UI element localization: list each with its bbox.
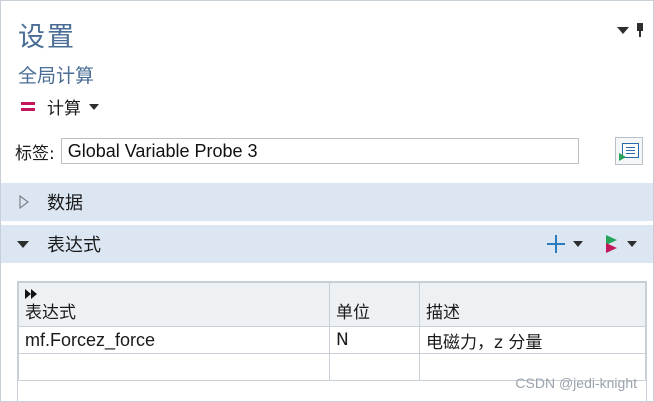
cell-unit[interactable]: N xyxy=(329,326,420,354)
column-header-expression-label: 表达式 xyxy=(25,303,76,323)
section-expressions-label: 表达式 xyxy=(47,235,101,256)
evaluate-flag-icon[interactable] xyxy=(605,235,619,253)
expand-all-icon[interactable] xyxy=(25,289,37,299)
column-header-description[interactable]: 描述 xyxy=(419,282,646,327)
cell-description[interactable]: 电磁力，z 分量 xyxy=(419,326,646,354)
settings-panel: 设置 全局计算 计算 标签: 数据 表达式 xyxy=(0,0,654,402)
label-field-label: 标签: xyxy=(15,143,55,164)
note-arrow-icon xyxy=(619,153,626,161)
chevron-down-icon[interactable] xyxy=(89,103,99,110)
evaluate-dropdown-icon[interactable] xyxy=(627,241,637,247)
panel-menu-dropdown-icon[interactable] xyxy=(617,26,629,34)
expand-right-icon xyxy=(19,195,29,209)
pin-icon[interactable] xyxy=(635,23,645,37)
compute-button[interactable]: 计算 xyxy=(21,94,99,119)
compute-button-label: 计算 xyxy=(47,99,81,119)
section-data-label: 数据 xyxy=(47,193,83,214)
node-type-subtitle: 全局计算 xyxy=(18,65,95,87)
label-row: 标签: xyxy=(15,138,579,164)
cell-expression[interactable]: mf.Forcez_force xyxy=(18,326,330,354)
add-expression-icon[interactable] xyxy=(547,235,565,253)
cell-unit[interactable] xyxy=(329,353,420,381)
table-header-row: 表达式 单位 描述 xyxy=(18,282,646,327)
cell-expression[interactable] xyxy=(18,353,330,381)
label-input[interactable] xyxy=(60,138,579,164)
expressions-table: 表达式 单位 描述 mf.Forcez_force N 电磁力，z 分量 xyxy=(18,282,646,381)
panel-controls xyxy=(617,23,645,37)
column-header-unit[interactable]: 单位 xyxy=(329,282,420,327)
collapse-down-icon xyxy=(17,240,29,248)
show-note-button[interactable] xyxy=(615,137,643,165)
watermark: CSDN @jedi-knight xyxy=(515,375,637,391)
section-data-header[interactable]: 数据 xyxy=(1,183,653,221)
equals-icon xyxy=(21,101,35,112)
section-expressions-header[interactable]: 表达式 xyxy=(1,225,653,263)
column-header-expression[interactable]: 表达式 xyxy=(18,282,330,327)
panel-title: 设置 xyxy=(18,22,76,53)
add-dropdown-icon[interactable] xyxy=(573,241,583,247)
section-tools xyxy=(547,225,637,263)
table-row[interactable]: mf.Forcez_force N 电磁力，z 分量 xyxy=(18,326,646,354)
